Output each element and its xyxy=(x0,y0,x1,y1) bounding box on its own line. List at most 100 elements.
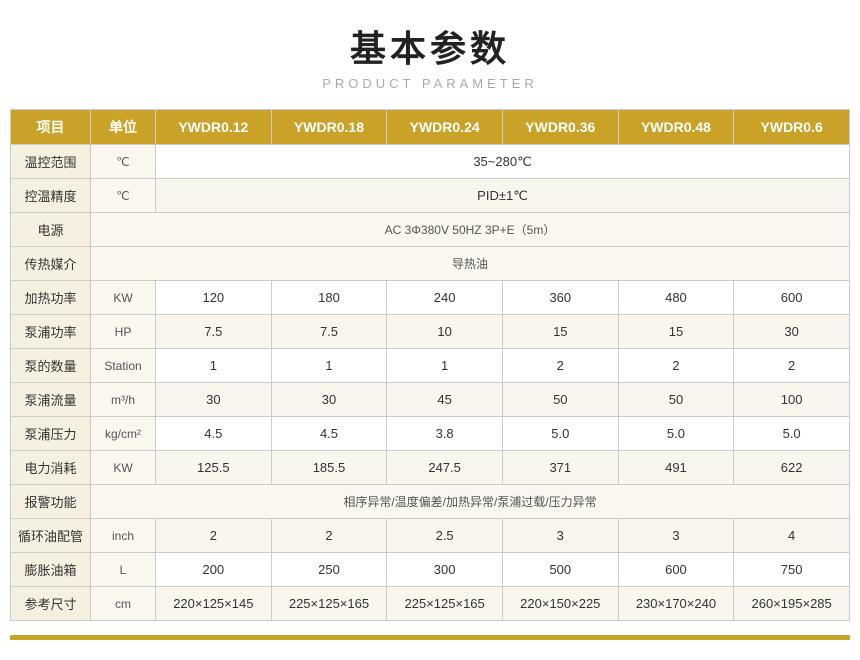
row-unit: 导热油 xyxy=(91,247,850,281)
row-value-0: 120 xyxy=(156,281,272,315)
column-header-3: YWDR0.18 xyxy=(271,110,387,145)
row-value-1: 180 xyxy=(271,281,387,315)
row-value-5: 30 xyxy=(734,315,850,349)
table-row: 电源AC 3Φ380V 50HZ 3P+E（5m） xyxy=(11,213,850,247)
column-header-2: YWDR0.12 xyxy=(156,110,272,145)
row-value-5: 750 xyxy=(734,553,850,587)
row-value-2: 225×125×165 xyxy=(387,587,503,621)
row-value-5: 5.0 xyxy=(734,417,850,451)
row-value-4: 480 xyxy=(618,281,734,315)
row-label: 报警功能 xyxy=(11,485,91,519)
table-row: 循环油配管inch222.5334 xyxy=(11,519,850,553)
row-label: 循环油配管 xyxy=(11,519,91,553)
row-value-1: 30 xyxy=(271,383,387,417)
row-unit: KW xyxy=(91,451,156,485)
row-value-1: 185.5 xyxy=(271,451,387,485)
row-value-5: 600 xyxy=(734,281,850,315)
table-row: 参考尺寸cm220×125×145225×125×165225×125×1652… xyxy=(11,587,850,621)
row-label: 参考尺寸 xyxy=(11,587,91,621)
row-unit: L xyxy=(91,553,156,587)
row-value-2: 3.8 xyxy=(387,417,503,451)
row-label: 电力消耗 xyxy=(11,451,91,485)
row-value-span: 35~280℃ xyxy=(156,145,850,179)
row-value-2: 240 xyxy=(387,281,503,315)
table-row: 控温精度℃PID±1℃ xyxy=(11,179,850,213)
row-value-2: 2.5 xyxy=(387,519,503,553)
row-value-5: 4 xyxy=(734,519,850,553)
table-row: 传热媒介导热油 xyxy=(11,247,850,281)
table-row: 电力消耗KW125.5185.5247.5371491622 xyxy=(11,451,850,485)
row-value-3: 500 xyxy=(502,553,618,587)
row-value-2: 1 xyxy=(387,349,503,383)
row-label: 泵浦功率 xyxy=(11,315,91,349)
row-value-span: PID±1℃ xyxy=(156,179,850,213)
column-header-1: 单位 xyxy=(91,110,156,145)
row-value-4: 491 xyxy=(618,451,734,485)
page-subtitle: PRODUCT PARAMETER xyxy=(322,76,538,91)
row-label: 泵浦流量 xyxy=(11,383,91,417)
table-row: 泵浦流量m³/h3030455050100 xyxy=(11,383,850,417)
row-value-4: 2 xyxy=(618,349,734,383)
row-value-4: 3 xyxy=(618,519,734,553)
row-value-0: 2 xyxy=(156,519,272,553)
row-unit: cm xyxy=(91,587,156,621)
row-value-0: 200 xyxy=(156,553,272,587)
row-value-4: 50 xyxy=(618,383,734,417)
table-row: 泵浦压力kg/cm²4.54.53.85.05.05.0 xyxy=(11,417,850,451)
row-value-0: 4.5 xyxy=(156,417,272,451)
row-value-0: 125.5 xyxy=(156,451,272,485)
table-row: 膨胀油箱L200250300500600750 xyxy=(11,553,850,587)
row-value-4: 600 xyxy=(618,553,734,587)
row-label: 加热功率 xyxy=(11,281,91,315)
row-value-5: 622 xyxy=(734,451,850,485)
row-unit: kg/cm² xyxy=(91,417,156,451)
row-value-3: 2 xyxy=(502,349,618,383)
row-label: 传热媒介 xyxy=(11,247,91,281)
row-value-4: 230×170×240 xyxy=(618,587,734,621)
row-label: 泵的数量 xyxy=(11,349,91,383)
row-value-3: 220×150×225 xyxy=(502,587,618,621)
row-value-0: 30 xyxy=(156,383,272,417)
table-row: 泵的数量Station111222 xyxy=(11,349,850,383)
row-value-3: 371 xyxy=(502,451,618,485)
row-unit: HP xyxy=(91,315,156,349)
row-unit: Station xyxy=(91,349,156,383)
row-value-2: 45 xyxy=(387,383,503,417)
row-label: 电源 xyxy=(11,213,91,247)
row-value-2: 300 xyxy=(387,553,503,587)
column-header-6: YWDR0.48 xyxy=(618,110,734,145)
row-value-0: 220×125×145 xyxy=(156,587,272,621)
row-label: 膨胀油箱 xyxy=(11,553,91,587)
column-header-4: YWDR0.24 xyxy=(387,110,503,145)
row-label: 温控范围 xyxy=(11,145,91,179)
row-value-1: 250 xyxy=(271,553,387,587)
row-unit: KW xyxy=(91,281,156,315)
row-value-2: 10 xyxy=(387,315,503,349)
row-value-4: 15 xyxy=(618,315,734,349)
row-value-3: 360 xyxy=(502,281,618,315)
page-title: 基本参数 xyxy=(350,20,510,72)
row-value-0: 7.5 xyxy=(156,315,272,349)
column-header-5: YWDR0.36 xyxy=(502,110,618,145)
row-unit: ℃ xyxy=(91,179,156,213)
column-header-0: 项目 xyxy=(11,110,91,145)
row-value-3: 50 xyxy=(502,383,618,417)
row-value-3: 3 xyxy=(502,519,618,553)
table-row: 温控范围℃35~280℃ xyxy=(11,145,850,179)
row-value-3: 15 xyxy=(502,315,618,349)
row-unit: ℃ xyxy=(91,145,156,179)
row-value-1: 4.5 xyxy=(271,417,387,451)
row-value-1: 7.5 xyxy=(271,315,387,349)
table-row: 报警功能相序异常/温度偏差/加热异常/泵浦过载/压力异常 xyxy=(11,485,850,519)
table-row: 泵浦功率HP7.57.510151530 xyxy=(11,315,850,349)
row-value-1: 225×125×165 xyxy=(271,587,387,621)
row-value-1: 1 xyxy=(271,349,387,383)
row-value-0: 1 xyxy=(156,349,272,383)
row-unit: m³/h xyxy=(91,383,156,417)
column-header-7: YWDR0.6 xyxy=(734,110,850,145)
table-header-row: 项目单位YWDR0.12YWDR0.18YWDR0.24YWDR0.36YWDR… xyxy=(11,110,850,145)
row-value-2: 247.5 xyxy=(387,451,503,485)
row-value-5: 260×195×285 xyxy=(734,587,850,621)
row-value-4: 5.0 xyxy=(618,417,734,451)
row-value-5: 2 xyxy=(734,349,850,383)
